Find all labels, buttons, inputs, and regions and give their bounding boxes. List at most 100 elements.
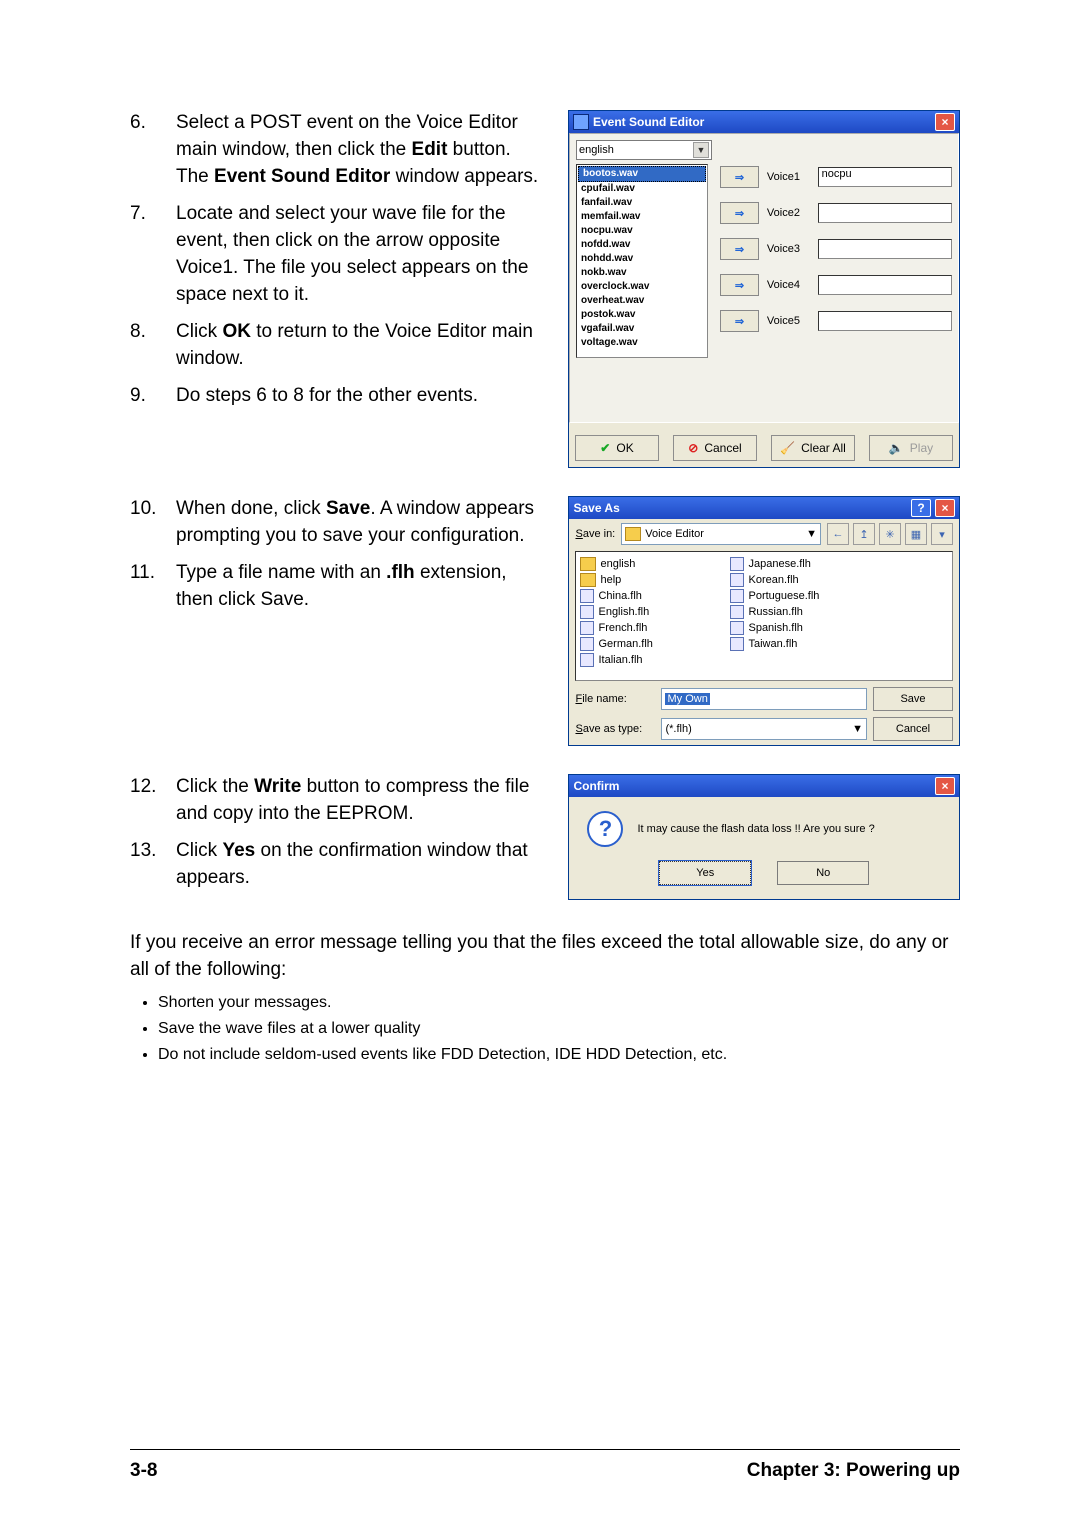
savein-value: Voice Editor (645, 528, 704, 540)
saveastype-select[interactable]: (*.flh) ▼ (661, 718, 867, 740)
save-as-dialog: Save As ? × Save in: Voice Editor ▼ ←↥✳▦… (568, 496, 960, 746)
file-icon (580, 621, 594, 635)
file-item[interactable]: Spanish.flh (730, 620, 850, 636)
voice-value-field[interactable] (818, 311, 952, 331)
question-icon: ? (587, 811, 623, 847)
assign-arrow-button[interactable]: ⇒ (720, 202, 759, 224)
voice-row: ⇒ Voice2 (720, 202, 952, 224)
file-item[interactable]: Italian.flh (580, 652, 700, 668)
instruction-step: 13.Click Yes on the confirmation window … (130, 838, 544, 892)
toolbar-button[interactable]: ↥ (853, 523, 875, 545)
file-icon (730, 557, 744, 571)
close-icon[interactable]: × (935, 113, 955, 131)
toolbar-button[interactable]: ← (827, 523, 849, 545)
toolbar-button[interactable]: ✳ (879, 523, 901, 545)
voice-row: ⇒ Voice4 (720, 274, 952, 296)
save-button[interactable]: Save (873, 687, 953, 711)
wave-file-item[interactable]: overheat.wav (577, 294, 707, 308)
cancel-button[interactable]: Cancel (873, 717, 953, 741)
savein-select[interactable]: Voice Editor ▼ (621, 523, 821, 545)
voice-label: Voice4 (767, 279, 810, 291)
ok-button[interactable]: OK (575, 435, 659, 461)
wave-file-item[interactable]: postok.wav (577, 308, 707, 322)
event-sound-editor-window: Event Sound Editor × english ▼ bootos.wa… (568, 110, 960, 468)
file-icon (730, 621, 744, 635)
toolbar-button[interactable]: ▦ (905, 523, 927, 545)
app-icon (573, 114, 589, 130)
voice-row: ⇒Voice3 (720, 238, 952, 260)
file-item[interactable]: English.flh (580, 604, 700, 620)
window-title: Save As (573, 501, 619, 515)
voice-label: Voice5 (767, 315, 810, 327)
file-item[interactable]: Korean.flh (730, 572, 850, 588)
toolbar-button[interactable]: ▾ (931, 523, 953, 545)
folder-icon (580, 573, 596, 587)
voice-row: ⇒ Voice5 (720, 310, 952, 332)
file-icon (730, 573, 744, 587)
chevron-down-icon[interactable]: ▼ (852, 723, 863, 735)
wave-file-item[interactable]: cpufail.wav (577, 182, 707, 196)
file-icon (580, 637, 594, 651)
folder-item[interactable]: english (580, 556, 700, 572)
assign-arrow-button[interactable]: ⇒ (720, 274, 759, 296)
wave-file-list[interactable]: bootos.wavcpufail.wavfanfail.wavmemfail.… (576, 164, 708, 358)
window-titlebar: Save As ? × (569, 497, 959, 519)
chevron-down-icon[interactable]: ▼ (806, 528, 817, 540)
instruction-step: 12.Click the Write button to compress th… (130, 774, 544, 828)
clear-all-button[interactable]: Clear All (771, 435, 855, 461)
voice-value-field[interactable]: nocpu (818, 167, 952, 187)
wave-file-item[interactable]: vgafail.wav (577, 322, 707, 336)
yes-button[interactable]: Yes (659, 861, 751, 885)
no-button[interactable]: No (777, 861, 869, 885)
file-item[interactable]: German.flh (580, 636, 700, 652)
filename-label: File name: (575, 693, 655, 705)
file-item[interactable]: French.flh (580, 620, 700, 636)
filename-input[interactable]: My Own (661, 688, 867, 710)
assign-arrow-button[interactable]: ⇒ (720, 310, 759, 332)
file-icon (730, 605, 744, 619)
file-icon (580, 605, 594, 619)
close-icon[interactable]: × (935, 777, 955, 795)
file-list[interactable]: englishhelpChina.flhEnglish.flhFrench.fl… (575, 551, 953, 681)
cancel-button[interactable]: Cancel (673, 435, 757, 461)
voice-label: Voice2 (767, 207, 810, 219)
saveastype-label: Save as type: (575, 723, 655, 735)
file-icon (730, 589, 744, 603)
voice-value-field[interactable] (818, 203, 952, 223)
instruction-step: 11.Type a file name with an .flh extensi… (130, 560, 544, 614)
play-button[interactable]: Play (869, 435, 953, 461)
folder-item[interactable]: help (580, 572, 700, 588)
chevron-down-icon[interactable]: ▼ (693, 142, 709, 158)
window-title: Event Sound Editor (593, 115, 704, 129)
wave-file-item[interactable]: overclock.wav (577, 280, 707, 294)
voice-value-field[interactable] (818, 239, 952, 259)
wave-file-item[interactable]: memfail.wav (577, 210, 707, 224)
wave-file-item[interactable]: nohdd.wav (577, 252, 707, 266)
window-titlebar: Confirm × (569, 775, 959, 797)
folder-icon (625, 527, 641, 541)
wave-file-item[interactable]: voltage.wav (577, 336, 707, 350)
file-icon (580, 653, 594, 667)
chapter-title: Chapter 3: Powering up (747, 1460, 960, 1482)
folder-icon (580, 557, 596, 571)
file-item[interactable]: China.flh (580, 588, 700, 604)
bullet-item: Save the wave files at a lower quality (158, 1020, 960, 1038)
wave-file-item[interactable]: bootos.wav (578, 166, 706, 182)
language-select[interactable]: english ▼ (576, 140, 712, 160)
file-item[interactable]: Portuguese.flh (730, 588, 850, 604)
assign-arrow-button[interactable]: ⇒ (720, 238, 759, 260)
voice-value-field[interactable] (818, 275, 952, 295)
wave-file-item[interactable]: nokb.wav (577, 266, 707, 280)
wave-file-item[interactable]: fanfail.wav (577, 196, 707, 210)
wave-file-item[interactable]: nofdd.wav (577, 238, 707, 252)
file-item[interactable]: Russian.flh (730, 604, 850, 620)
file-item[interactable]: Taiwan.flh (730, 636, 850, 652)
close-icon[interactable]: × (935, 499, 955, 517)
bullet-item: Do not include seldom-used events like F… (158, 1046, 960, 1064)
voice-row: ⇒Voice1nocpu (720, 166, 952, 188)
language-value: english (579, 144, 614, 156)
file-item[interactable]: Japanese.flh (730, 556, 850, 572)
wave-file-item[interactable]: nocpu.wav (577, 224, 707, 238)
help-icon[interactable]: ? (911, 499, 931, 517)
assign-arrow-button[interactable]: ⇒ (720, 166, 759, 188)
